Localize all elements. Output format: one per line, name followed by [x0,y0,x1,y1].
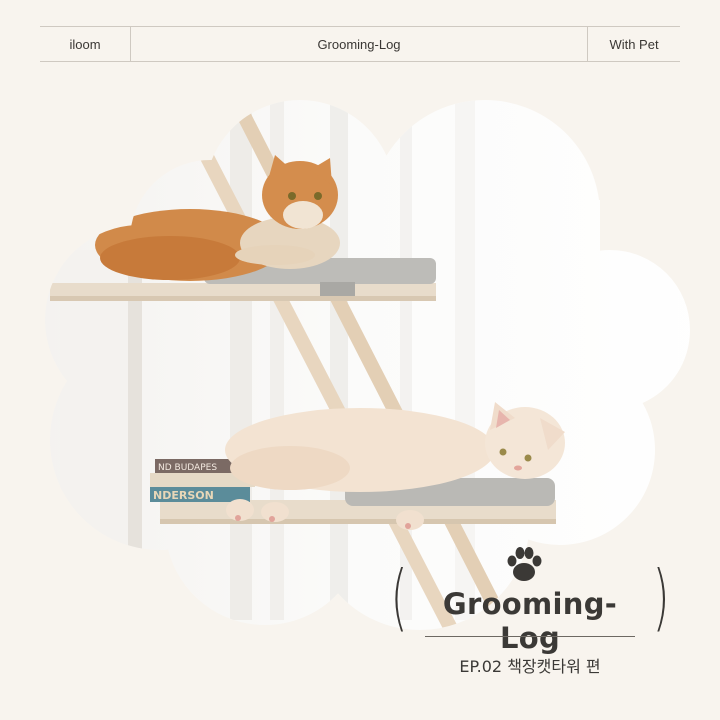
curtain [230,100,252,620]
episode-label: EP.02 책장캣타워 편 [459,657,601,676]
paw-icon [507,547,542,581]
close-parenthesis: ) [652,555,670,639]
open-parenthesis: ( [390,555,408,639]
book-spine-text-2: NDERSON [153,489,214,502]
title-divider [425,636,635,637]
book-spine-text: ND BUDAPES [158,463,217,473]
main-title: Grooming-Log [442,587,618,655]
title-block: ( ) Grooming-Log EP.02 책장캣타워 편 [385,545,675,695]
